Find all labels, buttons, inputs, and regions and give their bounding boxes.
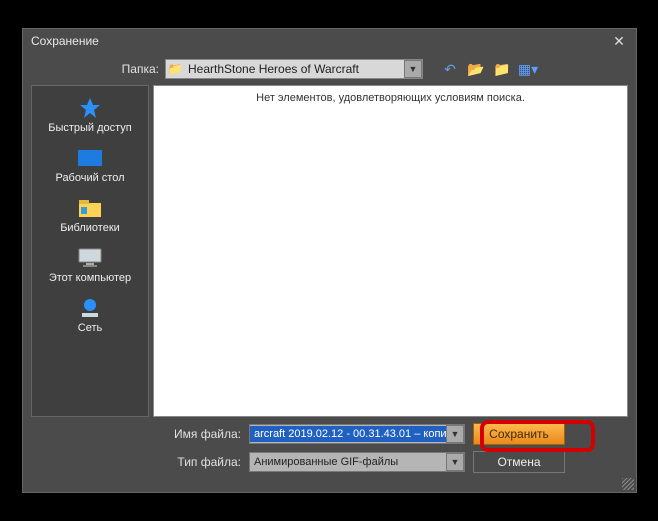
view-options-icon[interactable]: ▦▾: [519, 60, 537, 78]
sidebar-item-computer[interactable]: Этот компьютер: [34, 242, 146, 288]
up-folder-icon[interactable]: 📂: [467, 60, 485, 78]
places-sidebar: Быстрый доступ Рабочий стол Библиотеки Э…: [31, 85, 149, 417]
cancel-button-label: Отмена: [497, 455, 540, 469]
computer-icon: [76, 246, 104, 270]
chevron-down-icon[interactable]: ▼: [446, 453, 464, 471]
new-folder-icon[interactable]: 📁: [493, 60, 511, 78]
sidebar-item-label: Быстрый доступ: [48, 122, 132, 134]
filename-label: Имя файла:: [31, 427, 241, 441]
filetype-value: Анимированные GIF-файлы: [250, 454, 446, 470]
cancel-button[interactable]: Отмена: [473, 451, 565, 473]
sidebar-item-label: Рабочий стол: [55, 172, 124, 184]
save-dialog: Сохранение ✕ Папка: 📁 HearthStone Heroes…: [22, 28, 637, 493]
folder-name: HearthStone Heroes of Warcraft: [184, 62, 404, 76]
sidebar-item-label: Сеть: [78, 322, 102, 334]
resize-grip[interactable]: [622, 478, 634, 490]
filetype-row: Тип файла: Анимированные GIF-файлы ▼ Отм…: [31, 451, 628, 473]
sidebar-item-label: Этот компьютер: [49, 272, 131, 284]
filename-row: Имя файла: arcraft 2019.02.12 - 00.31.43…: [31, 423, 628, 445]
save-button-label: Сохранить: [489, 427, 549, 441]
sidebar-item-network[interactable]: Сеть: [34, 292, 146, 338]
filename-input[interactable]: arcraft 2019.02.12 - 00.31.43.01 – копия…: [249, 424, 465, 444]
titlebar: Сохранение ✕: [23, 29, 636, 53]
chevron-down-icon[interactable]: ▼: [404, 60, 422, 78]
chevron-down-icon[interactable]: ▼: [446, 425, 464, 443]
filename-value: arcraft 2019.02.12 - 00.31.43.01 – копия…: [250, 426, 446, 442]
network-icon: [76, 296, 104, 320]
folder-combo[interactable]: 📁 HearthStone Heroes of Warcraft ▼: [165, 59, 423, 79]
folder-toolbar: Папка: 📁 HearthStone Heroes of Warcraft …: [23, 53, 636, 85]
filetype-select[interactable]: Анимированные GIF-файлы ▼: [249, 452, 465, 472]
desktop-icon: [76, 146, 104, 170]
sidebar-item-desktop[interactable]: Рабочий стол: [34, 142, 146, 188]
save-button[interactable]: Сохранить: [473, 423, 565, 445]
close-button[interactable]: ✕: [610, 32, 628, 50]
back-icon[interactable]: ↶: [441, 60, 459, 78]
sidebar-item-libraries[interactable]: Библиотеки: [34, 192, 146, 238]
sidebar-item-quick-access[interactable]: Быстрый доступ: [34, 92, 146, 138]
empty-message: Нет элементов, удовлетворяющих условиям …: [164, 92, 617, 104]
toolbar-icons: ↶ 📂 📁 ▦▾: [441, 60, 537, 78]
filetype-label: Тип файла:: [31, 455, 241, 469]
libraries-icon: [76, 196, 104, 220]
folder-label: Папка:: [31, 62, 159, 76]
folder-icon: 📁: [166, 62, 184, 76]
star-icon: [76, 96, 104, 120]
sidebar-item-label: Библиотеки: [60, 222, 120, 234]
file-list[interactable]: Нет элементов, удовлетворяющих условиям …: [153, 85, 628, 417]
window-title: Сохранение: [31, 34, 99, 48]
bottom-panel: Имя файла: arcraft 2019.02.12 - 00.31.43…: [23, 417, 636, 479]
main-area: Быстрый доступ Рабочий стол Библиотеки Э…: [23, 85, 636, 417]
